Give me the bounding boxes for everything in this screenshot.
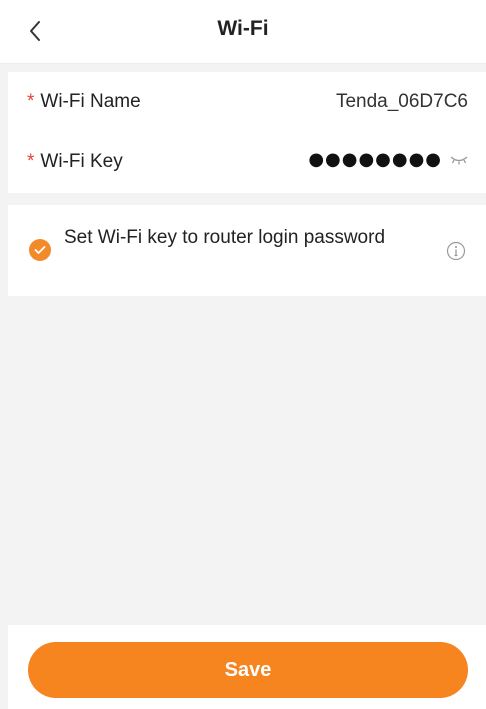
wifi-fields-card: * Wi-Fi Name Tenda_06D7C6 * Wi-Fi Key ●●●●… xyxy=(8,72,486,193)
wifi-name-label: * Wi-Fi Name xyxy=(27,91,141,113)
info-button[interactable] xyxy=(446,241,466,261)
wifi-key-label: * Wi-Fi Key xyxy=(27,151,123,173)
wifi-name-row[interactable]: * Wi-Fi Name Tenda_06D7C6 xyxy=(8,72,486,132)
checkmark-icon xyxy=(34,246,46,254)
same-key-checkbox[interactable] xyxy=(29,239,51,261)
key-option-card: Set Wi-Fi key to router login password xyxy=(8,205,486,296)
wifi-key-value[interactable]: ●●●●●●●● xyxy=(308,149,470,170)
required-mark: * xyxy=(27,91,35,112)
wifi-name-value[interactable]: Tenda_06D7C6 xyxy=(336,91,468,113)
bottom-bar: Save xyxy=(8,625,486,709)
wifi-key-row[interactable]: * Wi-Fi Key ●●●●●●●● xyxy=(8,132,486,192)
save-button[interactable]: Save xyxy=(28,642,468,698)
required-mark: * xyxy=(27,151,35,172)
same-key-label[interactable]: Set Wi-Fi key to router login password xyxy=(64,223,394,253)
wifi-name-label-text: Wi-Fi Name xyxy=(40,91,141,112)
header-bar: Wi-Fi xyxy=(0,0,486,64)
toggle-key-visibility-button[interactable] xyxy=(448,150,470,170)
page-title: Wi-Fi xyxy=(217,17,269,40)
wifi-key-masked[interactable]: ●●●●●●●● xyxy=(308,149,442,170)
eye-closed-icon xyxy=(450,155,468,164)
wifi-key-label-text: Wi-Fi Key xyxy=(40,151,123,172)
info-icon xyxy=(446,241,466,261)
